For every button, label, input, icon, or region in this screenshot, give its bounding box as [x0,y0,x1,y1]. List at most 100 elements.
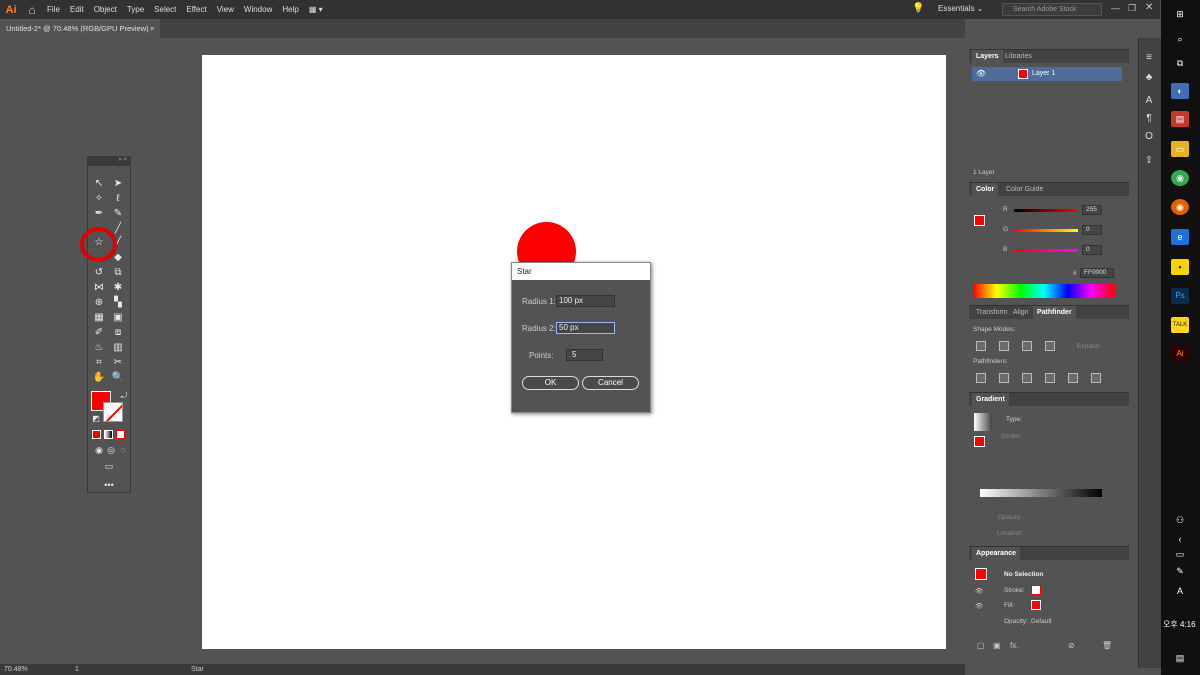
selection-tool-icon[interactable]: ↖ [92,178,106,190]
chrome-icon[interactable]: ◉ [1171,170,1189,186]
gradient-mode-button[interactable] [104,430,113,439]
tab-layers[interactable]: Layers [972,50,1003,64]
windows-start-icon[interactable]: ⊞ [1171,6,1189,22]
tab-transform[interactable]: Transform [972,306,1012,320]
gradient-fill-swatch[interactable] [974,436,985,447]
people-icon[interactable]: ⚇ [1171,512,1189,528]
outline-button[interactable] [1068,373,1078,383]
radius2-input[interactable]: 50 px [556,322,615,334]
menu-view[interactable]: View [212,5,239,14]
character-icon[interactable]: A [1141,95,1157,107]
magic-wand-tool-icon[interactable]: ✧ [92,193,106,205]
ime-icon[interactable]: A [1171,583,1189,599]
screen-mode-icon[interactable]: ▭ [102,460,116,472]
eye-icon[interactable]: 👁 [976,69,986,78]
lasso-tool-icon[interactable]: ℓ [111,193,125,205]
default-colors-icon[interactable]: ◩ [89,413,103,425]
tab-gradient[interactable]: Gradient [972,393,1009,407]
edit-toolbar-icon[interactable]: ••• [102,479,116,491]
kakaotalk-icon[interactable]: TALK [1171,317,1189,333]
radius1-input[interactable]: 100 px [556,295,615,307]
merge-button[interactable] [1022,373,1032,383]
rotate-tool-icon[interactable]: ↺ [92,267,106,279]
layer-name[interactable]: Layer 1 [1032,70,1055,77]
puppet-warp-tool-icon[interactable]: ✱ [111,282,125,294]
perspective-grid-tool-icon[interactable]: ▦ [92,312,106,324]
b-slider[interactable] [1014,249,1078,252]
color-mode-button[interactable] [92,430,101,439]
pen-tool-icon[interactable]: ✒ [92,208,106,220]
photoshop-icon[interactable]: Ps [1171,288,1189,304]
blend-tool-icon[interactable]: ⧈ [111,327,125,339]
tab-appearance[interactable]: Appearance [972,547,1021,561]
restore-icon[interactable]: ❐ [1128,3,1136,14]
tab-color-guide[interactable]: Color Guide [1002,183,1047,197]
sticky-notes-icon[interactable]: ▪ [1171,259,1189,275]
artboard-tool-icon[interactable]: ⌗ [92,357,106,369]
unite-button[interactable] [976,341,986,351]
stroke-eye-icon[interactable]: 👁 [975,587,983,595]
eyedropper-tool-icon[interactable]: ✐ [92,327,106,339]
notifications-icon[interactable]: ▤ [1171,650,1189,666]
symbol-sprayer-tool-icon[interactable]: ♨ [92,342,106,354]
home-icon[interactable]: ⌂ [22,3,42,17]
minimize-icon[interactable]: — [1111,3,1120,13]
minus-front-button[interactable] [999,341,1009,351]
task-view-icon[interactable]: ⧉ [1171,55,1189,71]
color-spectrum[interactable] [973,284,1115,298]
menu-window[interactable]: Window [239,5,277,14]
clear-appearance-icon[interactable]: ⊘ [1068,641,1075,650]
cancel-button[interactable]: Cancel [582,376,639,390]
opentype-icon[interactable]: O [1141,131,1157,143]
tab-libraries[interactable]: Libraries [1001,50,1036,64]
menu-file[interactable]: File [42,5,65,14]
hex-value[interactable]: FF0000 [1080,268,1114,278]
zoom-tool-icon[interactable]: 🔍 [111,372,125,384]
points-input[interactable]: 5 [566,349,603,361]
arrange-documents-icon[interactable]: ▦ ▾ [304,5,328,14]
tab-pathfinder[interactable]: Pathfinder [1033,306,1076,320]
width-tool-icon[interactable]: ⋈ [92,282,106,294]
workspace-switcher[interactable]: Essentials ⌄ [938,4,983,13]
g-slider[interactable] [1014,229,1078,232]
tools-panel-header[interactable]: » × [88,157,130,166]
appearance-fill-swatch[interactable] [1031,600,1041,610]
delete-item-icon[interactable]: 🗑 [1102,641,1112,650]
tab-align[interactable]: Align [1009,306,1033,320]
properties-icon[interactable]: ≡ [1141,52,1157,64]
ok-button[interactable]: OK [522,376,579,390]
close-icon[interactable]: ✕ [1145,2,1153,13]
fx-icon[interactable]: fx. [1010,641,1018,650]
asset-export-icon[interactable]: ⇪ [1141,155,1157,167]
gradient-preview[interactable] [974,413,992,431]
lightbulb-icon[interactable]: 💡 [912,3,924,14]
layer-row[interactable]: 👁 Layer 1 [972,67,1122,81]
color-fill-swatch[interactable] [974,215,985,226]
search-icon[interactable]: ⌕ [1171,31,1189,47]
slice-tool-icon[interactable]: ✂ [111,357,125,369]
artboard-number[interactable]: 1 [75,666,79,673]
app-icon-2[interactable]: ▤ [1171,111,1189,127]
menu-select[interactable]: Select [149,5,181,14]
zoom-level[interactable]: 70.48% [4,666,28,673]
expand-button[interactable]: Expand [1077,343,1099,350]
stroke-color-swatch[interactable] [103,402,123,422]
intersect-button[interactable] [1022,341,1032,351]
paragraph-icon[interactable]: ¶ [1141,113,1157,125]
add-stroke-icon[interactable]: ▢ [977,641,985,650]
menu-help[interactable]: Help [277,5,303,14]
clock-time[interactable]: 오후 4:16 [1163,619,1196,630]
swap-fill-stroke-icon[interactable]: ⤾ [117,390,131,402]
direct-selection-tool-icon[interactable]: ➤ [111,178,125,190]
g-value[interactable]: 0 [1082,225,1102,235]
file-explorer-icon[interactable]: ▭ [1171,141,1189,157]
mesh-tool-icon[interactable]: ▣ [111,312,125,324]
appearance-stroke-swatch[interactable] [1031,585,1041,595]
menu-edit[interactable]: Edit [65,5,89,14]
curvature-tool-icon[interactable]: ✎ [111,208,125,220]
document-tab[interactable]: Untitled-2* @ 70.48% (RGB/GPU Preview) × [0,19,160,38]
none-mode-button[interactable] [116,430,125,439]
pen-icon[interactable]: ✎ [1171,563,1189,579]
column-graph-tool-icon[interactable]: ▥ [111,342,125,354]
menu-effect[interactable]: Effect [181,5,211,14]
